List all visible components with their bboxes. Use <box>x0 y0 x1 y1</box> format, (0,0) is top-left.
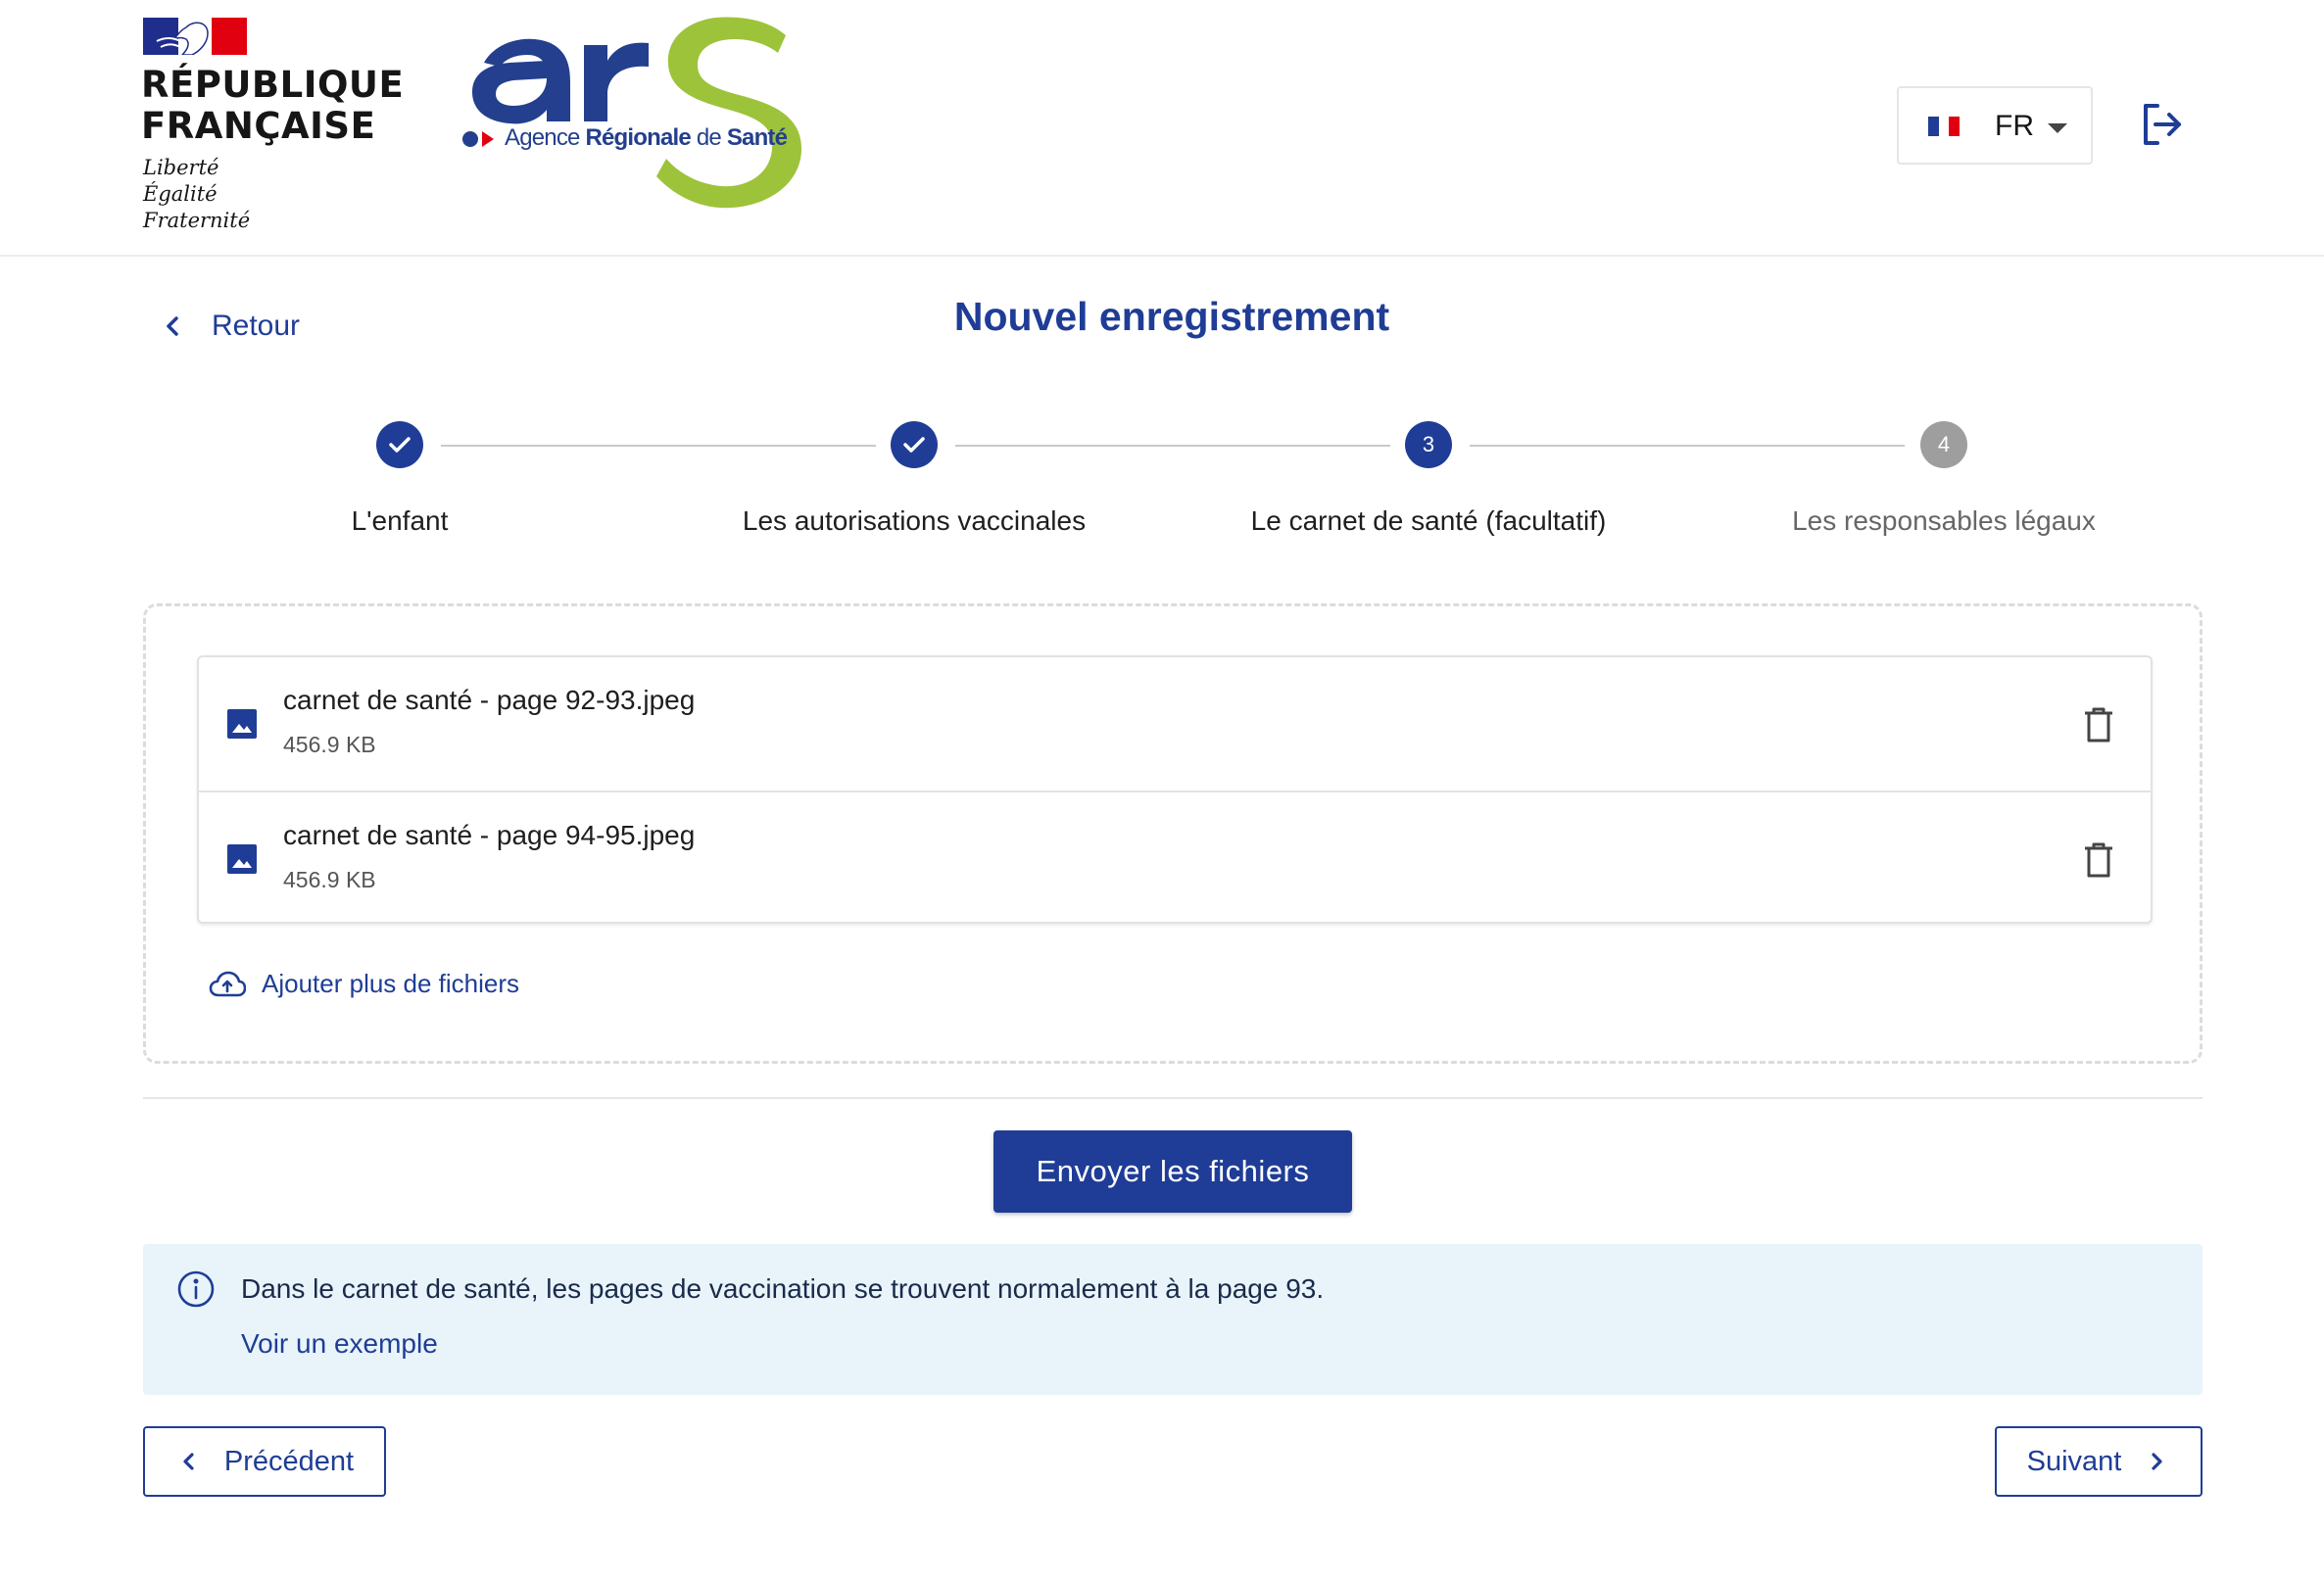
image-file-icon <box>227 844 257 874</box>
step-connector <box>441 445 876 447</box>
file-size: 456.9 KB <box>283 867 376 892</box>
step-3-label: Le carnet de santé (facultatif) <box>1250 505 1607 536</box>
rf-title-line2: FRANÇAISE <box>141 105 376 147</box>
info-text: Dans le carnet de santé, les pages de va… <box>241 1273 1325 1304</box>
step-2-label: Les autorisations vaccinales <box>742 505 1087 536</box>
page-title: Nouvel enregistrement <box>953 294 1390 339</box>
french-flag-icon <box>1928 117 1961 136</box>
section-divider <box>143 1097 2203 1099</box>
rf-title-line1: RÉPUBLIQUE <box>141 64 405 106</box>
logout-icon[interactable] <box>2140 102 2185 147</box>
trash-icon[interactable] <box>2082 841 2115 879</box>
see-example-link[interactable]: Voir un exemple <box>241 1328 438 1360</box>
image-file-icon <box>227 709 257 739</box>
file-size: 456.9 KB <box>283 732 376 757</box>
ars-subtitle: Agence Régionale de Santé <box>505 124 788 151</box>
marianne-flag-icon <box>143 18 247 55</box>
rf-motto-liberte: Liberté <box>143 156 219 179</box>
republique-francaise-logo: RÉPUBLIQUE FRANÇAISE Liberté Égalité Fra… <box>141 18 406 243</box>
rf-motto-fraternite: Fraternité <box>143 209 251 232</box>
step-3-number: 3 <box>1405 421 1452 468</box>
trash-icon[interactable] <box>2082 706 2115 743</box>
add-files-label: Ajouter plus de fichiers <box>262 969 520 998</box>
step-2-done-indicator <box>891 421 938 468</box>
file-name: carnet de santé - page 94-95.jpeg <box>283 820 696 850</box>
file-list-item: carnet de santé - page 94-95.jpeg 456.9 … <box>199 790 2151 924</box>
check-icon <box>389 437 411 453</box>
rf-motto-egalite: Égalité <box>143 182 218 206</box>
progress-stepper: 3 4 L'enfant Les autorisations vaccinale… <box>0 421 2324 549</box>
caret-down-icon <box>2048 123 2067 133</box>
step-1-label: L'enfant <box>351 505 449 536</box>
step-4-number: 4 <box>1920 421 1967 468</box>
previous-button-label: Précédent <box>223 1445 355 1477</box>
uploaded-file-list: carnet de santé - page 92-93.jpeg 456.9 … <box>197 655 2153 924</box>
step-1-done-indicator <box>376 421 423 468</box>
ars-logo <box>462 17 801 209</box>
add-files-button[interactable]: Ajouter plus de fichiers <box>209 969 519 999</box>
info-icon <box>177 1270 215 1308</box>
cloud-upload-icon <box>209 971 246 996</box>
check-icon <box>903 437 925 453</box>
step-connector <box>1470 445 1905 447</box>
previous-button[interactable]: Précédent <box>143 1426 386 1497</box>
file-name: carnet de santé - page 92-93.jpeg <box>283 685 696 715</box>
next-button[interactable]: Suivant <box>1995 1426 2203 1497</box>
next-button-label: Suivant <box>2026 1445 2122 1477</box>
step-connector <box>955 445 1390 447</box>
chevron-left-icon <box>183 1453 194 1470</box>
site-header: RÉPUBLIQUE FRANÇAISE Liberté Égalité Fra… <box>0 0 2324 257</box>
language-selector[interactable]: FR <box>1897 86 2093 165</box>
chevron-right-icon <box>2152 1453 2162 1470</box>
file-dropzone[interactable]: carnet de santé - page 92-93.jpeg 456.9 … <box>143 603 2203 1064</box>
send-files-button[interactable]: Envoyer les fichiers <box>993 1130 1352 1213</box>
file-list-item: carnet de santé - page 92-93.jpeg 456.9 … <box>199 657 2151 790</box>
info-notice: Dans le carnet de santé, les pages de va… <box>143 1244 2203 1395</box>
language-selected-value: FR <box>1995 110 2034 142</box>
step-4-label: Les responsables légaux <box>1792 505 2096 536</box>
